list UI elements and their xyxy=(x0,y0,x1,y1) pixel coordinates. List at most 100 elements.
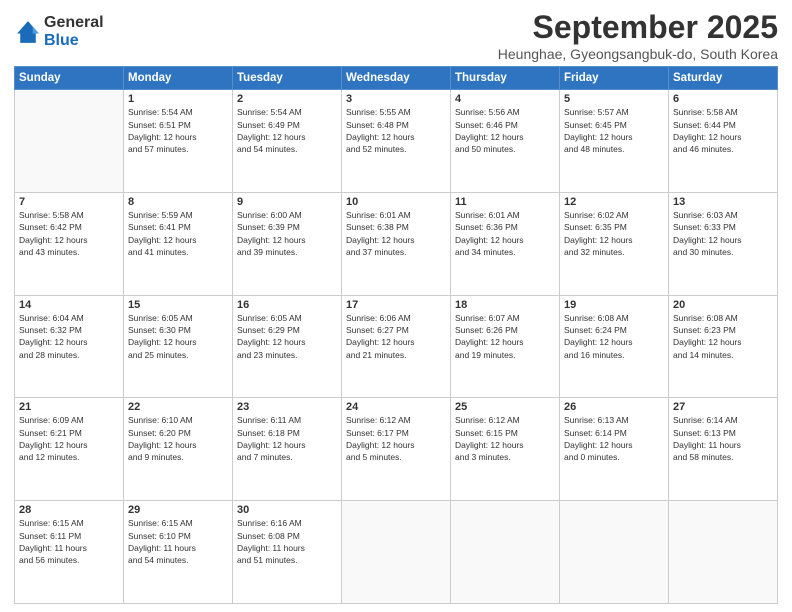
day-number: 3 xyxy=(346,93,446,105)
day-cell: 30Sunrise: 6:16 AM Sunset: 6:08 PM Dayli… xyxy=(233,501,342,604)
day-cell xyxy=(451,501,560,604)
day-cell: 22Sunrise: 6:10 AM Sunset: 6:20 PM Dayli… xyxy=(124,398,233,501)
day-cell xyxy=(669,501,778,604)
day-info: Sunrise: 6:15 AM Sunset: 6:10 PM Dayligh… xyxy=(128,517,228,566)
day-info: Sunrise: 6:03 AM Sunset: 6:33 PM Dayligh… xyxy=(673,209,773,258)
day-info: Sunrise: 5:57 AM Sunset: 6:45 PM Dayligh… xyxy=(564,106,664,155)
day-cell: 2Sunrise: 5:54 AM Sunset: 6:49 PM Daylig… xyxy=(233,90,342,193)
day-info: Sunrise: 5:54 AM Sunset: 6:49 PM Dayligh… xyxy=(237,106,337,155)
day-info: Sunrise: 6:07 AM Sunset: 6:26 PM Dayligh… xyxy=(455,312,555,361)
day-number: 23 xyxy=(237,401,337,413)
day-info: Sunrise: 6:01 AM Sunset: 6:36 PM Dayligh… xyxy=(455,209,555,258)
day-info: Sunrise: 6:08 AM Sunset: 6:24 PM Dayligh… xyxy=(564,312,664,361)
day-info: Sunrise: 6:12 AM Sunset: 6:17 PM Dayligh… xyxy=(346,414,446,463)
day-info: Sunrise: 6:10 AM Sunset: 6:20 PM Dayligh… xyxy=(128,414,228,463)
day-cell: 11Sunrise: 6:01 AM Sunset: 6:36 PM Dayli… xyxy=(451,192,560,295)
week-row-2: 7Sunrise: 5:58 AM Sunset: 6:42 PM Daylig… xyxy=(15,192,778,295)
day-number: 11 xyxy=(455,196,555,208)
day-cell: 4Sunrise: 5:56 AM Sunset: 6:46 PM Daylig… xyxy=(451,90,560,193)
page: General Blue September 2025 Heunghae, Gy… xyxy=(0,0,792,612)
day-cell: 6Sunrise: 5:58 AM Sunset: 6:44 PM Daylig… xyxy=(669,90,778,193)
day-cell: 21Sunrise: 6:09 AM Sunset: 6:21 PM Dayli… xyxy=(15,398,124,501)
day-number: 22 xyxy=(128,401,228,413)
day-number: 1 xyxy=(128,93,228,105)
day-cell: 10Sunrise: 6:01 AM Sunset: 6:38 PM Dayli… xyxy=(342,192,451,295)
day-cell: 8Sunrise: 5:59 AM Sunset: 6:41 PM Daylig… xyxy=(124,192,233,295)
day-cell: 18Sunrise: 6:07 AM Sunset: 6:26 PM Dayli… xyxy=(451,295,560,398)
day-info: Sunrise: 6:13 AM Sunset: 6:14 PM Dayligh… xyxy=(564,414,664,463)
day-cell xyxy=(342,501,451,604)
day-cell: 24Sunrise: 6:12 AM Sunset: 6:17 PM Dayli… xyxy=(342,398,451,501)
title-block: September 2025 Heunghae, Gyeongsangbuk-d… xyxy=(498,10,778,62)
day-number: 9 xyxy=(237,196,337,208)
header: General Blue September 2025 Heunghae, Gy… xyxy=(14,10,778,62)
day-info: Sunrise: 5:58 AM Sunset: 6:42 PM Dayligh… xyxy=(19,209,119,258)
day-cell: 19Sunrise: 6:08 AM Sunset: 6:24 PM Dayli… xyxy=(560,295,669,398)
day-cell: 17Sunrise: 6:06 AM Sunset: 6:27 PM Dayli… xyxy=(342,295,451,398)
day-number: 5 xyxy=(564,93,664,105)
day-info: Sunrise: 6:09 AM Sunset: 6:21 PM Dayligh… xyxy=(19,414,119,463)
day-number: 16 xyxy=(237,299,337,311)
day-number: 18 xyxy=(455,299,555,311)
day-number: 17 xyxy=(346,299,446,311)
day-info: Sunrise: 6:08 AM Sunset: 6:23 PM Dayligh… xyxy=(673,312,773,361)
day-cell: 16Sunrise: 6:05 AM Sunset: 6:29 PM Dayli… xyxy=(233,295,342,398)
calendar-table: SundayMondayTuesdayWednesdayThursdayFrid… xyxy=(14,66,778,604)
day-info: Sunrise: 6:05 AM Sunset: 6:29 PM Dayligh… xyxy=(237,312,337,361)
day-info: Sunrise: 6:00 AM Sunset: 6:39 PM Dayligh… xyxy=(237,209,337,258)
day-number: 10 xyxy=(346,196,446,208)
day-info: Sunrise: 6:06 AM Sunset: 6:27 PM Dayligh… xyxy=(346,312,446,361)
day-number: 24 xyxy=(346,401,446,413)
week-row-3: 14Sunrise: 6:04 AM Sunset: 6:32 PM Dayli… xyxy=(15,295,778,398)
day-cell xyxy=(560,501,669,604)
day-cell: 3Sunrise: 5:55 AM Sunset: 6:48 PM Daylig… xyxy=(342,90,451,193)
day-info: Sunrise: 6:15 AM Sunset: 6:11 PM Dayligh… xyxy=(19,517,119,566)
day-number: 7 xyxy=(19,196,119,208)
day-number: 15 xyxy=(128,299,228,311)
location: Heunghae, Gyeongsangbuk-do, South Korea xyxy=(498,46,778,62)
day-number: 20 xyxy=(673,299,773,311)
day-info: Sunrise: 6:14 AM Sunset: 6:13 PM Dayligh… xyxy=(673,414,773,463)
day-cell: 26Sunrise: 6:13 AM Sunset: 6:14 PM Dayli… xyxy=(560,398,669,501)
day-number: 28 xyxy=(19,504,119,516)
month-year: September 2025 xyxy=(498,10,778,45)
day-number: 8 xyxy=(128,196,228,208)
col-header-thursday: Thursday xyxy=(451,67,560,90)
day-cell: 9Sunrise: 6:00 AM Sunset: 6:39 PM Daylig… xyxy=(233,192,342,295)
col-header-wednesday: Wednesday xyxy=(342,67,451,90)
day-info: Sunrise: 5:55 AM Sunset: 6:48 PM Dayligh… xyxy=(346,106,446,155)
day-info: Sunrise: 6:11 AM Sunset: 6:18 PM Dayligh… xyxy=(237,414,337,463)
day-info: Sunrise: 6:12 AM Sunset: 6:15 PM Dayligh… xyxy=(455,414,555,463)
day-info: Sunrise: 6:04 AM Sunset: 6:32 PM Dayligh… xyxy=(19,312,119,361)
logo-general: General xyxy=(44,14,104,32)
day-number: 12 xyxy=(564,196,664,208)
day-cell: 7Sunrise: 5:58 AM Sunset: 6:42 PM Daylig… xyxy=(15,192,124,295)
day-number: 13 xyxy=(673,196,773,208)
day-info: Sunrise: 6:01 AM Sunset: 6:38 PM Dayligh… xyxy=(346,209,446,258)
day-cell: 29Sunrise: 6:15 AM Sunset: 6:10 PM Dayli… xyxy=(124,501,233,604)
day-number: 21 xyxy=(19,401,119,413)
day-info: Sunrise: 5:56 AM Sunset: 6:46 PM Dayligh… xyxy=(455,106,555,155)
day-number: 6 xyxy=(673,93,773,105)
day-cell: 20Sunrise: 6:08 AM Sunset: 6:23 PM Dayli… xyxy=(669,295,778,398)
day-cell: 1Sunrise: 5:54 AM Sunset: 6:51 PM Daylig… xyxy=(124,90,233,193)
day-info: Sunrise: 5:58 AM Sunset: 6:44 PM Dayligh… xyxy=(673,106,773,155)
logo-blue: Blue xyxy=(44,32,104,50)
day-info: Sunrise: 5:59 AM Sunset: 6:41 PM Dayligh… xyxy=(128,209,228,258)
day-cell: 23Sunrise: 6:11 AM Sunset: 6:18 PM Dayli… xyxy=(233,398,342,501)
day-number: 2 xyxy=(237,93,337,105)
logo-text: General Blue xyxy=(44,14,104,49)
header-row: SundayMondayTuesdayWednesdayThursdayFrid… xyxy=(15,67,778,90)
day-number: 14 xyxy=(19,299,119,311)
day-cell: 28Sunrise: 6:15 AM Sunset: 6:11 PM Dayli… xyxy=(15,501,124,604)
day-cell: 15Sunrise: 6:05 AM Sunset: 6:30 PM Dayli… xyxy=(124,295,233,398)
col-header-monday: Monday xyxy=(124,67,233,90)
day-cell: 5Sunrise: 5:57 AM Sunset: 6:45 PM Daylig… xyxy=(560,90,669,193)
day-cell: 13Sunrise: 6:03 AM Sunset: 6:33 PM Dayli… xyxy=(669,192,778,295)
day-info: Sunrise: 5:54 AM Sunset: 6:51 PM Dayligh… xyxy=(128,106,228,155)
col-header-tuesday: Tuesday xyxy=(233,67,342,90)
week-row-1: 1Sunrise: 5:54 AM Sunset: 6:51 PM Daylig… xyxy=(15,90,778,193)
day-cell: 12Sunrise: 6:02 AM Sunset: 6:35 PM Dayli… xyxy=(560,192,669,295)
day-cell: 27Sunrise: 6:14 AM Sunset: 6:13 PM Dayli… xyxy=(669,398,778,501)
day-cell: 25Sunrise: 6:12 AM Sunset: 6:15 PM Dayli… xyxy=(451,398,560,501)
